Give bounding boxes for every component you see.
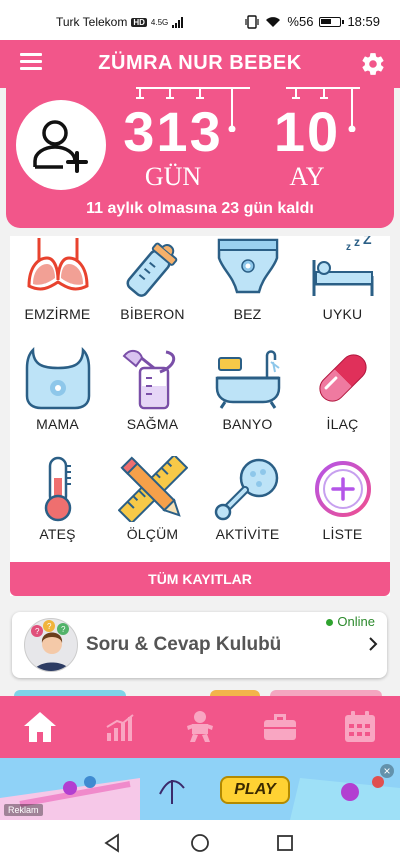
svg-text:?: ?	[61, 625, 66, 634]
ad-play-button[interactable]: PLAY	[220, 776, 290, 804]
vibrate-icon	[245, 14, 260, 29]
activity-liste[interactable]: LİSTE	[295, 456, 390, 566]
bra-icon	[26, 238, 89, 291]
battery-percent: %56	[287, 14, 314, 29]
bottom-nav	[0, 696, 400, 758]
gear-icon[interactable]	[360, 51, 386, 77]
app-header: ZÜMRA NUR BEBEK	[0, 40, 400, 88]
days-unit: GÜN	[144, 162, 202, 191]
activity-label: SAĞMA	[126, 416, 179, 432]
status-bar: Turk Telekom HD 4.5G %56 18:59	[0, 0, 400, 40]
activity-aktivite[interactable]: AKTİVİTE	[200, 456, 295, 566]
baby-icon	[187, 711, 213, 742]
activity-emzirme[interactable]: EMZİRME	[10, 236, 105, 346]
nav-calendar[interactable]	[320, 696, 400, 758]
activity-sagma[interactable]: SAĞMA	[105, 346, 200, 456]
add-profile-button[interactable]	[16, 100, 106, 190]
activity-bez[interactable]: BEZ	[200, 236, 295, 346]
club-avatar: ? ? ?	[24, 618, 78, 672]
months-counter: 10 AY	[272, 88, 342, 192]
months-unit: AY	[289, 162, 325, 191]
activity-biberon[interactable]: BİBERON	[105, 236, 200, 346]
rattle-icon	[214, 458, 278, 521]
nav-baby[interactable]	[160, 696, 240, 758]
online-status: Online	[326, 614, 375, 629]
activity-label: BEZ	[233, 306, 262, 322]
activity-label: UYKU	[322, 306, 363, 322]
age-counter-panel: 313 GÜN 10 AY 11 aylık olmasına 23 gün k…	[6, 87, 394, 228]
activity-label: BANYO	[222, 416, 273, 432]
countdown-text: 11 aylık olmasına 23 gün kaldı	[86, 200, 314, 217]
nav-bag[interactable]	[240, 696, 320, 758]
ad-tag: Reklam	[4, 804, 43, 816]
svg-text:Z: Z	[363, 236, 372, 247]
pill-icon	[318, 354, 367, 402]
activity-banyo[interactable]: BANYO	[200, 346, 295, 456]
svg-text:?: ?	[47, 622, 52, 631]
carrier-name: Turk Telekom	[56, 15, 128, 29]
activity-uyku[interactable]: z z Z UYKU	[295, 236, 390, 346]
system-nav-bar	[0, 820, 400, 866]
chevron-right-icon	[369, 637, 378, 651]
online-dot-icon	[326, 619, 334, 627]
chart-icon	[106, 714, 134, 741]
sleep-bed-icon: z z Z	[312, 236, 373, 296]
nav-home[interactable]	[0, 696, 80, 758]
svg-text:z: z	[346, 242, 351, 253]
calendar-icon	[345, 711, 375, 742]
activity-label: LİSTE	[322, 526, 363, 542]
signal-icon	[172, 16, 184, 28]
activity-ates[interactable]: ATEŞ	[10, 456, 105, 566]
close-icon[interactable]: ×	[380, 764, 394, 778]
nav-stats[interactable]	[80, 696, 160, 758]
diaper-icon	[217, 238, 278, 294]
hd-badge: HD	[131, 17, 147, 27]
activity-ilac[interactable]: İLAÇ	[295, 346, 390, 456]
baby-bottle-icon	[125, 242, 177, 297]
recents-icon[interactable]	[274, 832, 296, 854]
bib-icon	[25, 346, 90, 410]
status-left: Turk Telekom HD 4.5G	[56, 15, 184, 29]
all-records-button[interactable]: TÜM KAYITLAR	[10, 562, 390, 596]
svg-text:z: z	[354, 236, 360, 249]
activity-label: ATEŞ	[39, 526, 76, 542]
activity-label: MAMA	[36, 416, 79, 432]
battery-icon	[319, 16, 345, 27]
network-type: 4.5G	[150, 17, 169, 27]
activity-grid: EMZİRME BİBERON BEZ z z Z UYKU MAMA SAĞM…	[10, 236, 390, 596]
ruler-pencil-icon	[117, 456, 188, 522]
activity-label: İLAÇ	[326, 416, 359, 432]
add-person-icon	[33, 120, 88, 173]
online-label: Online	[337, 614, 375, 629]
qa-club-card[interactable]: ? ? ? Soru & Cevap Kulubü Online	[12, 612, 387, 678]
breast-pump-icon	[122, 350, 175, 410]
ad-background-art	[0, 758, 400, 820]
activity-label: ÖLÇÜM	[126, 526, 179, 542]
activity-mama[interactable]: MAMA	[10, 346, 105, 456]
ad-banner[interactable]: PLAY Reklam ×	[0, 758, 400, 820]
svg-text:?: ?	[35, 627, 40, 636]
wifi-icon	[266, 16, 281, 27]
bathtub-icon	[215, 350, 280, 409]
days-counter: 313 GÜN	[118, 88, 228, 192]
home-icon	[24, 712, 56, 742]
activity-label: EMZİRME	[24, 306, 91, 322]
months-value: 10	[273, 100, 341, 163]
back-icon[interactable]	[102, 832, 124, 854]
bag-icon	[264, 714, 296, 740]
clock: 18:59	[347, 14, 380, 29]
activity-olcum[interactable]: ÖLÇÜM	[105, 456, 200, 566]
days-value: 313	[123, 100, 223, 163]
woman-thinking-icon: ? ? ?	[31, 620, 71, 671]
activity-label: AKTİVİTE	[215, 526, 280, 542]
thermometer-icon	[44, 456, 71, 522]
add-circle-icon	[314, 461, 371, 517]
activity-label: BİBERON	[120, 306, 185, 322]
club-title: Soru & Cevap Kulubü	[86, 634, 282, 655]
page-title: ZÜMRA NUR BEBEK	[98, 52, 302, 74]
home-circle-icon[interactable]	[189, 832, 211, 854]
status-right: %56 18:59	[245, 14, 380, 29]
